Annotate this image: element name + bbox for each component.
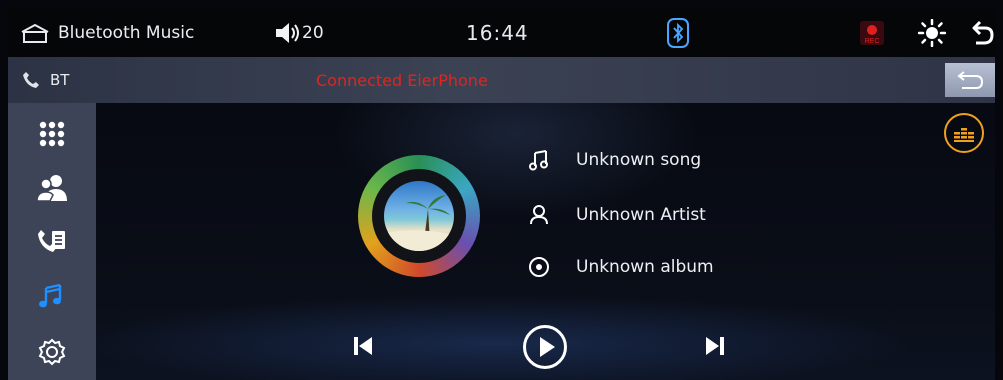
rec-label: REC	[865, 38, 880, 45]
grid-icon	[39, 121, 65, 147]
album-icon	[528, 256, 550, 278]
sidebar-item-call-log[interactable]	[8, 215, 96, 269]
settings-icon	[38, 338, 66, 366]
volume-indicator[interactable]: 20	[274, 8, 324, 57]
return-icon	[957, 71, 984, 89]
music-note-icon	[39, 283, 62, 308]
sidebar-item-settings[interactable]	[8, 325, 96, 379]
next-icon	[706, 337, 724, 355]
volume-level: 20	[302, 22, 324, 43]
equalizer-button[interactable]	[944, 113, 984, 153]
source-label: BT	[50, 71, 70, 89]
contacts-icon	[36, 175, 67, 202]
source-bar: BT Connected EierPhone	[8, 57, 995, 103]
bt-source: BT	[22, 57, 69, 103]
artist-icon	[528, 204, 550, 226]
play-icon	[523, 325, 567, 369]
sidebar-item-contacts[interactable]	[8, 161, 96, 215]
album-name: Unknown album	[576, 257, 714, 277]
back-button[interactable]	[972, 8, 994, 57]
bluetooth-status[interactable]	[667, 8, 689, 57]
back-arrow-icon	[972, 20, 994, 44]
clock: 16:44	[466, 20, 529, 45]
record-icon: REC	[860, 20, 884, 45]
song-title: Unknown song	[576, 150, 702, 170]
home-button[interactable]: Bluetooth Music	[20, 8, 194, 57]
call-log-icon	[38, 230, 65, 252]
previous-button[interactable]	[348, 333, 378, 359]
album-disc	[358, 155, 480, 277]
record-button[interactable]: REC	[860, 8, 884, 57]
previous-icon	[354, 337, 372, 355]
app-title: Bluetooth Music	[58, 22, 195, 43]
album-art	[384, 181, 454, 251]
song-row: Unknown song	[528, 145, 701, 175]
brightness-icon	[918, 18, 946, 47]
status-bar: Bluetooth Music 20 16:44 REC	[8, 8, 995, 57]
sidebar-item-music[interactable]	[8, 269, 96, 323]
speaker-icon	[276, 22, 299, 43]
phone-icon	[23, 72, 39, 88]
artist-row: Unknown Artist	[528, 200, 706, 230]
sidebar-item-apps[interactable]	[8, 107, 96, 161]
next-button[interactable]	[700, 333, 730, 359]
home-icon	[21, 23, 49, 43]
return-button[interactable]	[945, 63, 995, 97]
equalizer-icon	[954, 128, 974, 142]
sidebar	[8, 103, 96, 380]
bluetooth-icon	[667, 17, 689, 48]
brightness-button[interactable]	[918, 8, 946, 57]
music-panel: Unknown song Unknown Artist Unknown albu…	[96, 103, 995, 380]
album-row: Unknown album	[528, 252, 714, 282]
song-icon	[528, 149, 550, 171]
artist-name: Unknown Artist	[576, 205, 706, 225]
connection-status: Connected EierPhone	[316, 70, 488, 90]
play-button[interactable]	[521, 323, 569, 371]
